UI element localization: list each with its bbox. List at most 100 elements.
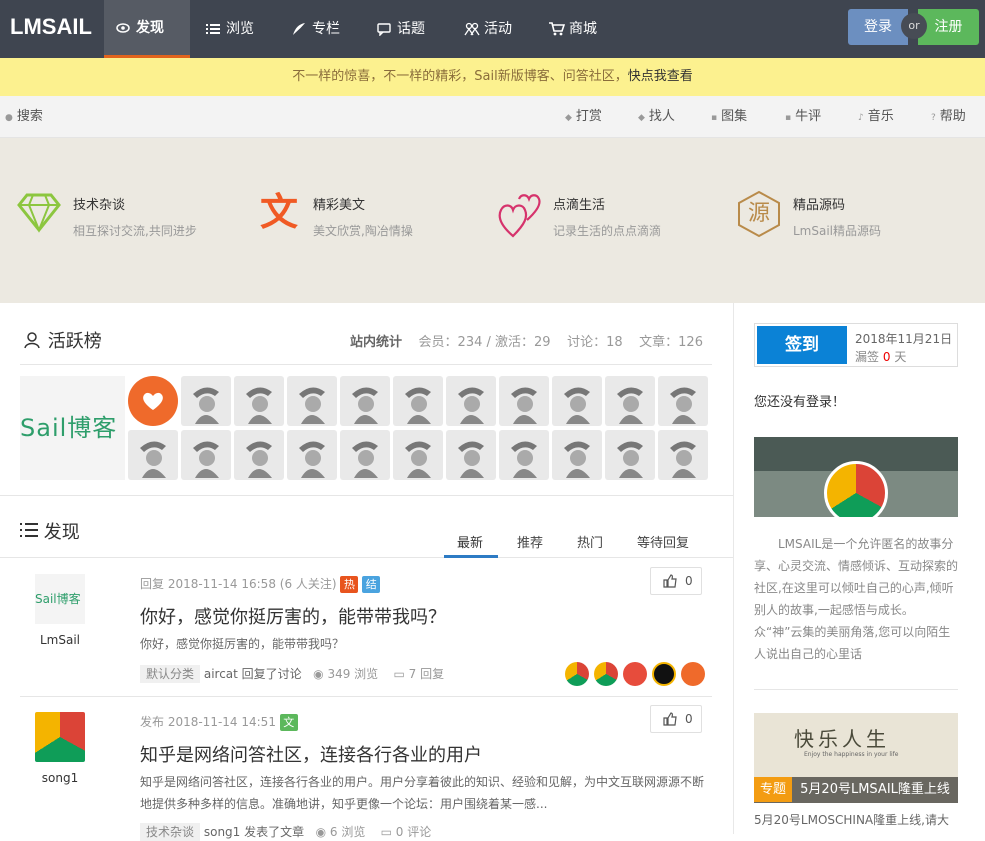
stats-articles: 文章：126	[639, 335, 703, 350]
link-review[interactable]: ▪ 牛评	[785, 96, 821, 139]
search-link[interactable]: ● 搜索	[5, 96, 43, 139]
member-avatar[interactable]	[393, 430, 443, 480]
follower-avatar[interactable]	[594, 662, 618, 686]
nav-item-label: 专栏	[312, 21, 340, 37]
post-meta-text: 回复 2018-11-14 16:58 (6 人关注)	[140, 577, 337, 591]
tab-recommend[interactable]: 推荐	[517, 532, 543, 551]
missed-count: 0	[882, 350, 891, 364]
feature-essay[interactable]: 文 精彩美文 美文欣赏,陶冶情操	[257, 190, 487, 250]
member-avatar[interactable]	[658, 430, 708, 480]
checkin-button[interactable]: 签到	[757, 326, 847, 364]
member-avatar[interactable]	[658, 376, 708, 426]
link-reward[interactable]: ◆ 打赏	[565, 96, 602, 139]
tab-waiting[interactable]: 等待回复	[637, 532, 689, 551]
stats-discuss: 讨论：18	[567, 335, 623, 350]
member-avatar[interactable]	[605, 376, 655, 426]
tab-hot[interactable]: 热门	[577, 532, 603, 551]
feature-tech[interactable]: 技术杂谈 相互探讨交流,共同进步	[17, 190, 247, 250]
help-icon: ?	[931, 113, 936, 123]
member-avatar[interactable]	[340, 376, 390, 426]
post-author[interactable]: LmSail	[20, 633, 100, 647]
nav-item-label: 浏览	[226, 21, 254, 37]
category-tag[interactable]: 默认分类	[140, 665, 201, 683]
not-logged-in-text: 您还没有登录！	[754, 395, 846, 410]
member-avatar[interactable]	[181, 430, 231, 480]
login-button[interactable]: 登录	[848, 9, 908, 45]
divider	[0, 495, 733, 496]
like-button[interactable]: 0	[650, 705, 702, 733]
member-avatar[interactable]	[128, 430, 178, 480]
member-avatar[interactable]	[605, 430, 655, 480]
link-label: 找人	[648, 109, 675, 124]
list-icon	[20, 522, 38, 543]
avatar[interactable]: Sail博客	[35, 574, 85, 624]
post-item[interactable]: Sail博客 LmSail 回复 2018-11-14 16:58 (6 人关注…	[20, 567, 710, 699]
link-music[interactable]: ♪ 音乐	[858, 96, 894, 139]
member-avatar[interactable]	[393, 376, 443, 426]
post-meta: 发布 2018-11-14 14:51 文	[140, 713, 298, 731]
link-label: 图集	[721, 109, 748, 124]
nav-item-topic[interactable]: 话题	[365, 0, 437, 58]
post-excerpt: 知乎是网络问答社区，连接各行各业的用户。用户分享着彼此的知识、经验和见解，为中文…	[140, 775, 705, 811]
missed-days: 漏签 0 天	[855, 348, 906, 365]
reward-icon: ◆	[565, 113, 572, 123]
nav-item-label: 话题	[397, 21, 425, 37]
member-avatar[interactable]	[446, 376, 496, 426]
category-tag[interactable]: 技术杂谈	[140, 823, 201, 841]
view-count: 6 浏览	[329, 825, 366, 839]
member-avatar[interactable]	[234, 430, 284, 480]
member-avatar[interactable]	[446, 430, 496, 480]
feature-desc: LmSail精品源码	[793, 224, 882, 238]
follower-avatar[interactable]	[565, 662, 589, 686]
tab-latest[interactable]: 最新	[457, 532, 483, 551]
nav-item-browse[interactable]: 浏览	[194, 0, 266, 58]
sub-toolbar: ● 搜索 ◆ 打赏 ◆ 找人 ▪ 图集 ▪ 牛评 ♪ 音乐 ? 帮助	[0, 96, 985, 138]
follower-avatar[interactable]	[681, 662, 705, 686]
avatar-big[interactable]: Sail博客	[20, 376, 125, 480]
nav-item-discover[interactable]: 发现	[104, 0, 190, 58]
member-avatar[interactable]	[287, 430, 337, 480]
post-title[interactable]: 你好，感觉你挺厉害的，能带带我吗？	[140, 603, 446, 629]
feature-strip: 技术杂谈 相互探讨交流,共同进步 文 精彩美文 美文欣赏,陶冶情操 点滴生活 记…	[0, 138, 985, 303]
user-icon	[24, 331, 42, 354]
member-avatar[interactable]	[499, 376, 549, 426]
link-findpeople[interactable]: ◆ 找人	[638, 96, 675, 139]
post-author[interactable]: song1	[20, 771, 100, 785]
member-avatar[interactable]	[499, 430, 549, 480]
site-logo[interactable]: LMSAIL	[10, 14, 92, 40]
nav-item-label: 活动	[484, 21, 512, 37]
member-avatar[interactable]	[552, 430, 602, 480]
nav-item-label: 发现	[136, 19, 164, 36]
nav-item-column[interactable]: 专栏	[280, 0, 352, 58]
missed-prefix: 漏签	[855, 350, 880, 364]
post-title[interactable]: 知乎是网络问答社区，连接各行各业的用户	[140, 741, 482, 767]
feature-life[interactable]: 点滴生活 记录生活的点点滴滴	[497, 190, 727, 250]
member-avatar[interactable]	[287, 376, 337, 426]
link-help[interactable]: ? 帮助	[931, 96, 966, 139]
like-button[interactable]: 0	[650, 567, 702, 595]
topic-banner[interactable]: 快乐人生 Enjoy the happiness in your life 专题…	[754, 713, 958, 803]
register-button[interactable]: 注册	[918, 9, 979, 45]
nav-item-activity[interactable]: 活动	[452, 0, 524, 58]
member-avatar[interactable]	[552, 376, 602, 426]
nav-item-shop[interactable]: 商城	[537, 0, 609, 58]
follower-avatar[interactable]	[623, 662, 647, 686]
post-item[interactable]: song1 发布 2018-11-14 14:51 文 0 知乎是网络问答社区，…	[20, 705, 710, 841]
checkin-box: 签到 2018年11月21日 漏签 0 天	[754, 323, 958, 367]
reply-count: 0 评论	[395, 825, 432, 839]
feature-source[interactable]: 源 精品源码 LmSail精品源码	[737, 190, 967, 250]
search-icon: ●	[5, 113, 13, 123]
follower-avatar[interactable]	[652, 662, 676, 686]
heart-avatar[interactable]	[128, 376, 178, 426]
topic-title: 5月20号LMSAIL隆重上线	[800, 782, 950, 797]
link-gallery[interactable]: ▪ 图集	[711, 96, 747, 139]
divider	[754, 689, 958, 690]
banner-art: 快乐人生	[794, 727, 890, 751]
member-avatar[interactable]	[181, 376, 231, 426]
member-avatar[interactable]	[340, 430, 390, 480]
notice-link[interactable]: 快点我查看	[628, 69, 693, 84]
member-avatar[interactable]	[234, 376, 284, 426]
avatar[interactable]	[35, 712, 85, 762]
yuan-icon: 源	[737, 190, 781, 238]
eye-icon: ◉	[313, 667, 324, 681]
